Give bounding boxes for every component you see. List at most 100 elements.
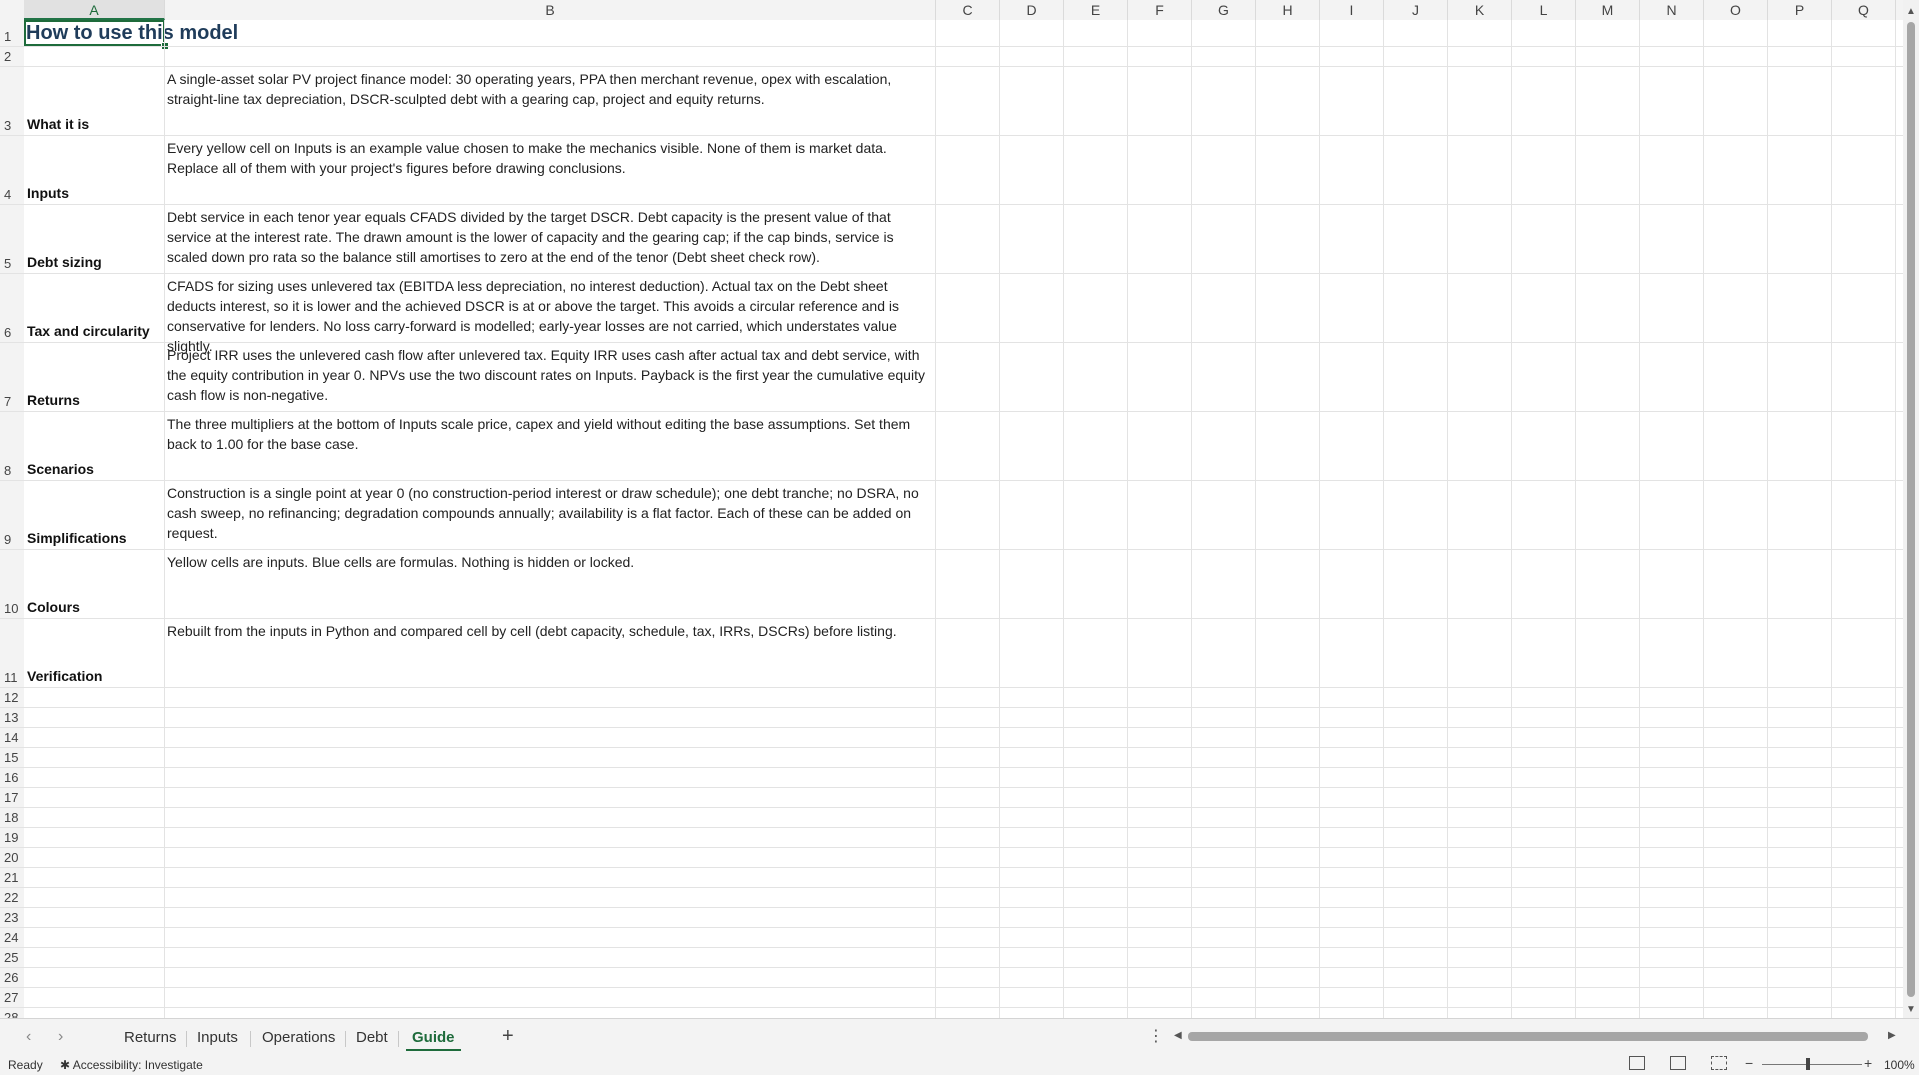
column-gridline xyxy=(1639,20,1640,1018)
column-gridline xyxy=(1575,20,1576,1018)
accessibility-label: Accessibility: Investigate xyxy=(72,1058,203,1072)
section-description: Debt service in each tenor year equals C… xyxy=(167,209,894,265)
scroll-left-icon[interactable]: ◀ xyxy=(1174,1030,1182,1041)
row-header-15[interactable]: 15 xyxy=(0,748,24,768)
row-header-1[interactable]: 1 xyxy=(0,20,24,47)
tab-inputs[interactable]: Inputs xyxy=(191,1027,244,1049)
column-header-a[interactable]: A xyxy=(24,0,165,20)
row-header-19[interactable]: 19 xyxy=(0,828,24,848)
row-gridline xyxy=(24,273,1903,274)
column-header-q[interactable]: Q xyxy=(1832,0,1896,20)
row-header-11[interactable]: 11 xyxy=(0,619,24,688)
column-gridline xyxy=(1831,20,1832,1018)
column-gridline xyxy=(1319,20,1320,1018)
accessibility-status[interactable]: ✱ Accessibility: Investigate xyxy=(60,1058,203,1072)
section-label: Verification xyxy=(27,668,103,684)
row-header-23[interactable]: 23 xyxy=(0,908,24,928)
zoom-in-button[interactable]: + xyxy=(1864,1055,1872,1071)
row-gridline xyxy=(24,549,1903,550)
column-header-bar: ABCDEFGHIJKLMNOPQ xyxy=(0,0,1903,21)
column-gridline xyxy=(1703,20,1704,1018)
tab-operations[interactable]: Operations xyxy=(256,1027,341,1049)
row-header-17[interactable]: 17 xyxy=(0,788,24,808)
row-gridline xyxy=(24,847,1903,848)
row-header-12[interactable]: 12 xyxy=(0,688,24,708)
section-description: The three multipliers at the bottom of I… xyxy=(167,416,911,452)
column-header-p[interactable]: P xyxy=(1768,0,1832,20)
row-header-24[interactable]: 24 xyxy=(0,928,24,948)
column-header-k[interactable]: K xyxy=(1448,0,1512,20)
tab-debt[interactable]: Debt xyxy=(350,1027,394,1049)
tab-returns[interactable]: Returns xyxy=(118,1027,183,1049)
row-gridline xyxy=(24,927,1903,928)
next-sheet-icon[interactable]: › xyxy=(58,1028,63,1046)
row-header-27[interactable]: 27 xyxy=(0,988,24,1008)
row-gridline xyxy=(24,907,1903,908)
scroll-down-icon[interactable]: ▼ xyxy=(1906,1004,1916,1015)
row-gridline xyxy=(24,967,1903,968)
row-header-20[interactable]: 20 xyxy=(0,848,24,868)
row-header-26[interactable]: 26 xyxy=(0,968,24,988)
column-header-f[interactable]: F xyxy=(1128,0,1192,20)
scroll-right-icon[interactable]: ▶ xyxy=(1888,1030,1896,1041)
vertical-scroll-thumb[interactable] xyxy=(1907,22,1915,997)
row-header-13[interactable]: 13 xyxy=(0,708,24,728)
zoom-slider-thumb[interactable] xyxy=(1806,1058,1810,1070)
column-gridline xyxy=(164,20,165,1018)
sheet-tab-bar: ‹ › Returns Inputs Operations Debt Guide… xyxy=(0,1018,1919,1055)
row-header-10[interactable]: 10 xyxy=(0,550,24,619)
page-break-view-icon[interactable] xyxy=(1711,1056,1727,1070)
previous-sheet-icon[interactable]: ‹ xyxy=(26,1028,31,1046)
column-header-d[interactable]: D xyxy=(1000,0,1064,20)
row-header-9[interactable]: 9 xyxy=(0,481,24,550)
add-sheet-icon[interactable]: + xyxy=(502,1025,514,1048)
select-all-corner[interactable] xyxy=(0,0,25,20)
row-gridline xyxy=(24,747,1903,748)
column-header-b[interactable]: B xyxy=(165,0,936,20)
tab-guide[interactable]: Guide xyxy=(406,1027,461,1051)
zoom-out-button[interactable]: − xyxy=(1745,1055,1753,1071)
row-gridline xyxy=(24,887,1903,888)
column-gridline xyxy=(1255,20,1256,1018)
column-header-m[interactable]: M xyxy=(1576,0,1640,20)
row-header-7[interactable]: 7 xyxy=(0,343,24,412)
section-description: Rebuilt from the inputs in Python and co… xyxy=(167,623,897,639)
row-header-18[interactable]: 18 xyxy=(0,808,24,828)
column-header-c[interactable]: C xyxy=(936,0,1000,20)
more-options-icon[interactable]: ⋮ xyxy=(1148,1026,1164,1046)
column-header-e[interactable]: E xyxy=(1064,0,1128,20)
zoom-slider[interactable] xyxy=(1762,1064,1862,1065)
section-description: CFADS for sizing uses unlevered tax (EBI… xyxy=(167,278,899,354)
row-header-21[interactable]: 21 xyxy=(0,868,24,888)
row-header-25[interactable]: 25 xyxy=(0,948,24,968)
column-header-i[interactable]: I xyxy=(1320,0,1384,20)
column-header-g[interactable]: G xyxy=(1192,0,1256,20)
worksheet-grid[interactable]: How to use this model What it is A single… xyxy=(24,20,1903,1018)
row-gridline xyxy=(24,1007,1903,1008)
row-header-5[interactable]: 5 xyxy=(0,205,24,274)
row-header-22[interactable]: 22 xyxy=(0,888,24,908)
column-header-o[interactable]: O xyxy=(1704,0,1768,20)
row-header-2[interactable]: 2 xyxy=(0,47,24,67)
scroll-up-icon[interactable]: ▲ xyxy=(1906,6,1916,17)
column-gridline xyxy=(1895,20,1896,1018)
zoom-level[interactable]: 100% xyxy=(1884,1058,1915,1072)
row-header-4[interactable]: 4 xyxy=(0,136,24,205)
horizontal-scroll-thumb[interactable] xyxy=(1188,1032,1868,1041)
column-header-n[interactable]: N xyxy=(1640,0,1704,20)
row-header-8[interactable]: 8 xyxy=(0,412,24,481)
column-header-h[interactable]: H xyxy=(1256,0,1320,20)
normal-view-icon[interactable] xyxy=(1629,1056,1645,1070)
row-header-6[interactable]: 6 xyxy=(0,274,24,343)
horizontal-scrollbar[interactable]: ◀ ▶ xyxy=(1172,1029,1898,1043)
column-header-l[interactable]: L xyxy=(1512,0,1576,20)
column-header-j[interactable]: J xyxy=(1384,0,1448,20)
vertical-scrollbar[interactable]: ▲ ▼ xyxy=(1903,0,1919,1018)
row-gridline xyxy=(24,827,1903,828)
row-header-3[interactable]: 3 xyxy=(0,67,24,136)
row-header-28[interactable]: 28 xyxy=(0,1008,24,1018)
accessibility-icon: ✱ xyxy=(60,1058,71,1072)
row-header-14[interactable]: 14 xyxy=(0,728,24,748)
row-header-16[interactable]: 16 xyxy=(0,768,24,788)
page-layout-view-icon[interactable] xyxy=(1670,1056,1686,1070)
